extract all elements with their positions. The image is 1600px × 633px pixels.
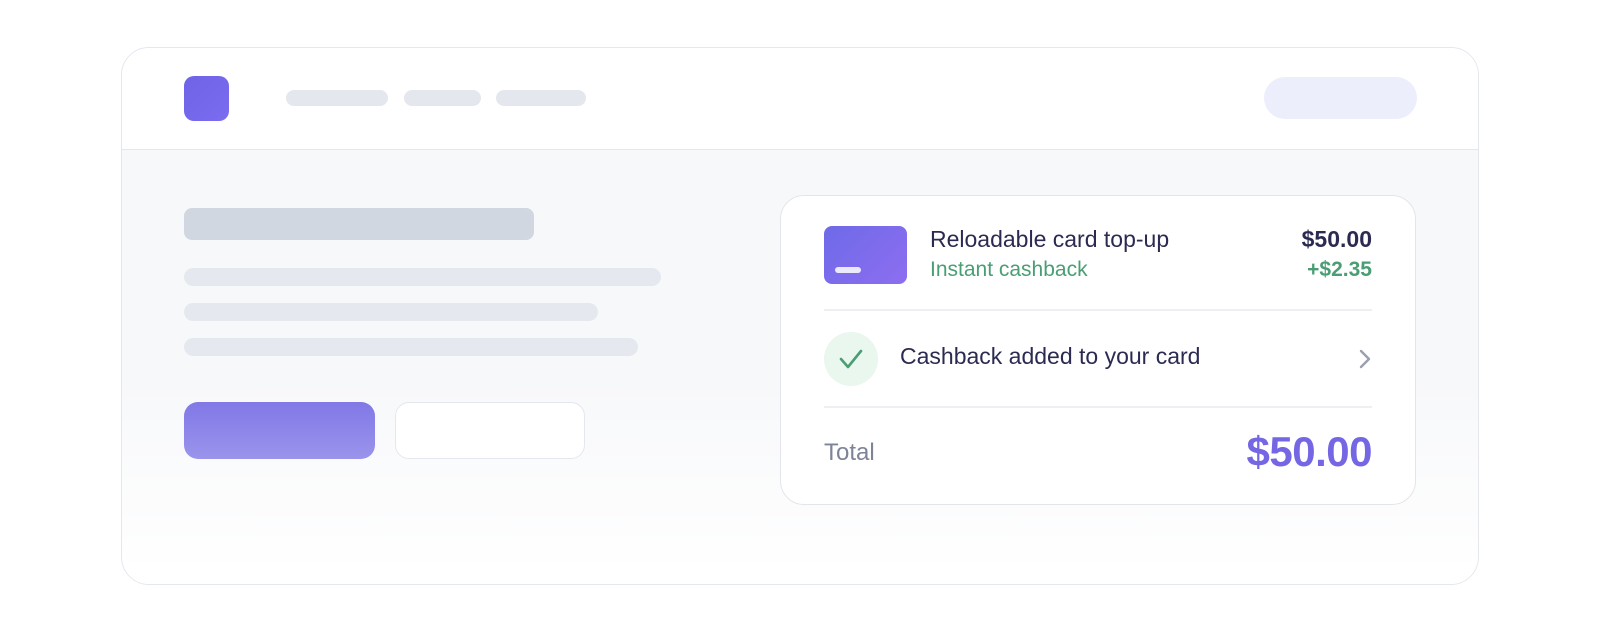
nav-item-placeholder[interactable] — [286, 90, 388, 106]
total-amount: $50.00 — [1246, 428, 1373, 475]
card-stripe — [835, 267, 861, 273]
text-line-placeholder — [184, 268, 661, 286]
top-bar — [122, 48, 1478, 150]
nav-item-placeholder[interactable] — [496, 90, 586, 106]
nav-item-placeholder[interactable] — [404, 90, 481, 106]
total-label: Total — [824, 439, 875, 466]
card-icon — [824, 226, 907, 284]
item-price: $50.00 — [1301, 226, 1372, 252]
secondary-button-placeholder[interactable] — [395, 402, 585, 459]
cashback-amount: +$2.35 — [1307, 258, 1372, 281]
heading-placeholder — [184, 208, 534, 240]
bottom-fade — [122, 524, 1478, 584]
divider — [824, 309, 1372, 311]
item-title: Reloadable card top-up — [930, 226, 1170, 252]
header-action-button-placeholder[interactable] — [1264, 77, 1417, 119]
cashback-status-link[interactable]: Cashback added to your card — [900, 343, 1200, 370]
primary-button-placeholder[interactable] — [184, 402, 375, 459]
item-subtitle: Instant cashback — [930, 258, 1088, 281]
text-line-placeholder — [184, 338, 638, 356]
check-icon — [824, 332, 878, 386]
chevron-right-icon[interactable] — [1358, 348, 1372, 370]
order-summary-card: Reloadable card top-up Instant cashback … — [780, 195, 1416, 505]
divider — [824, 406, 1372, 408]
app-logo-icon[interactable] — [184, 76, 229, 121]
text-line-placeholder — [184, 303, 598, 321]
